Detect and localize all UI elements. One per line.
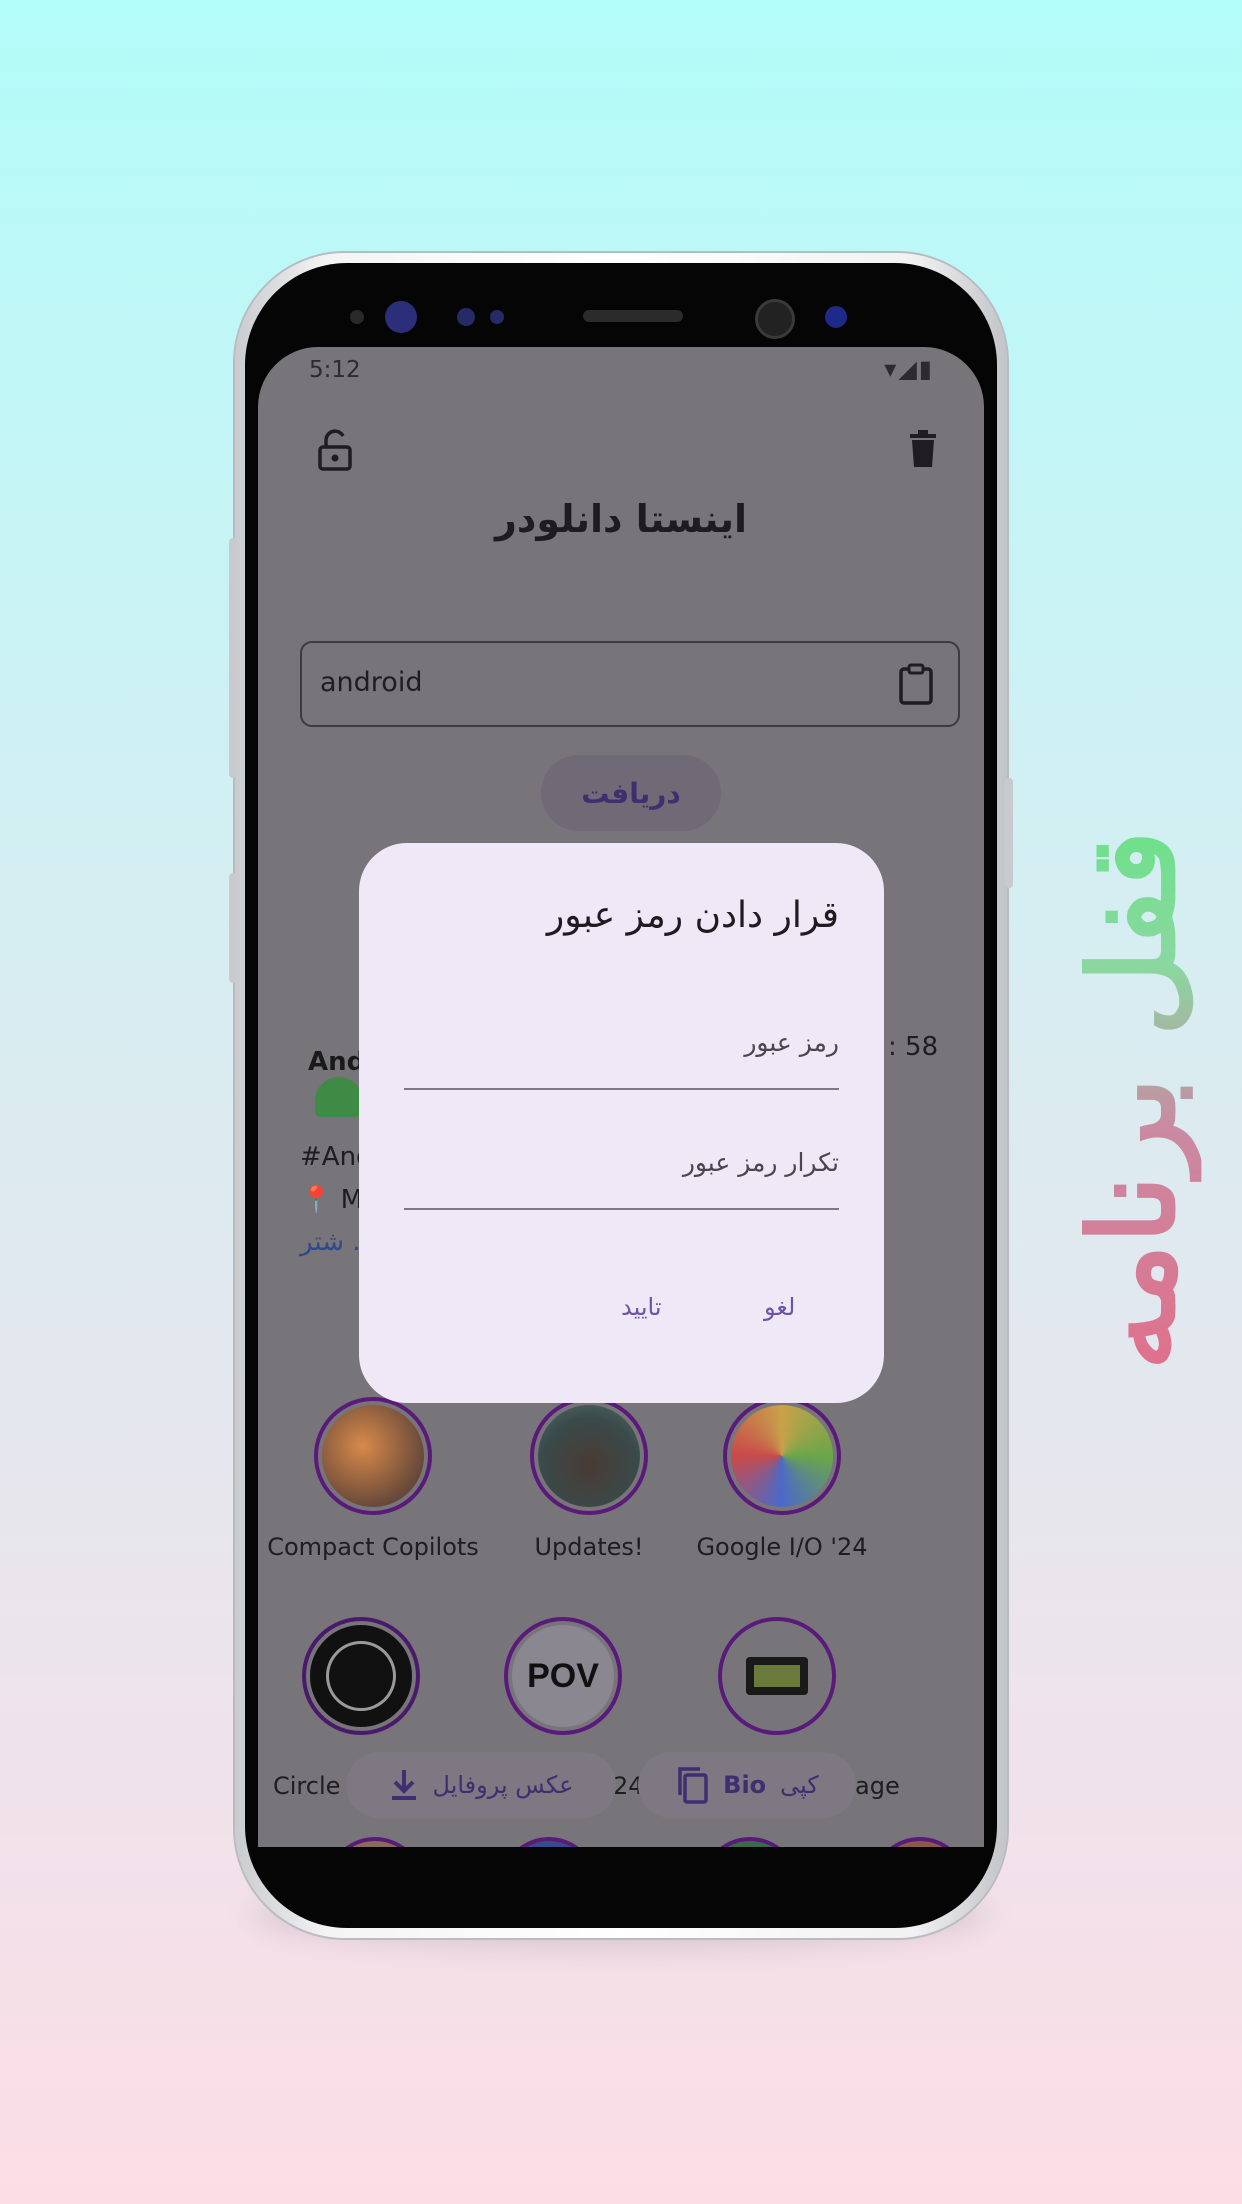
story-caption: Compact Copilots [267, 1533, 479, 1561]
story-caption: Google I/O '24 [696, 1533, 868, 1561]
story-ring [723, 1397, 841, 1515]
story-item [871, 1837, 969, 1847]
proximity-sensor [457, 308, 475, 326]
status-time: 5:12 [309, 357, 361, 383]
story-ring [530, 1397, 648, 1515]
earpiece-speaker [583, 310, 683, 322]
light-sensor [490, 310, 504, 324]
iris-sensor [385, 301, 417, 333]
story-caption: age [855, 1772, 900, 1800]
story-item[interactable]: Compact Copilots [263, 1397, 483, 1561]
unlock-icon[interactable] [317, 429, 353, 475]
confirm-button[interactable]: تایید [621, 1293, 662, 1321]
signal-icon: ◢ [898, 355, 919, 383]
bixby-button [229, 873, 237, 983]
set-password-dialog: قرار دادن رمز عبور رمز عبور تکرار رمز عب… [359, 843, 884, 1403]
story-item[interactable] [258, 1617, 471, 1735]
copy-icon [678, 1767, 708, 1804]
status-icons: ▾◢▮ [884, 355, 934, 383]
confirm-password-placeholder: تکرار رمز عبور [682, 1148, 839, 1177]
story-caption: Circle [273, 1772, 341, 1800]
pov-thumbnail: POV [512, 1625, 614, 1727]
search-value: android [320, 667, 423, 698]
app-title: اینستا دانلودر [495, 497, 747, 541]
iris-camera [825, 306, 847, 328]
story-ring [314, 1397, 432, 1515]
story-thumbnail [322, 1405, 424, 1507]
download-icon [391, 1770, 416, 1800]
story-thumbnail [538, 1405, 640, 1507]
story-thumbnail [731, 1405, 833, 1507]
status-bar: 5:12 ▾◢▮ [258, 347, 984, 407]
copy-bio-button[interactable]: Bio کپی [638, 1752, 856, 1818]
cancel-button[interactable]: لغو [764, 1293, 795, 1321]
password-placeholder: رمز عبور [744, 1028, 839, 1057]
story-item[interactable]: Google I/O '24 [672, 1397, 892, 1561]
device-icon [746, 1657, 808, 1695]
dialog-title: قرار دادن رمز عبور [546, 895, 839, 936]
clipboard-icon[interactable] [898, 663, 934, 709]
story-ring [718, 1617, 836, 1735]
download-profile-photo-button[interactable]: عکس پروفایل [346, 1752, 616, 1818]
story-thumbnail [726, 1625, 828, 1727]
story-item [701, 1837, 799, 1847]
search-input[interactable]: android [300, 641, 960, 727]
profile-stat-partial: : 58 [888, 1032, 939, 1062]
copy-bio-bio-label: Bio [723, 1771, 767, 1799]
story-thumbnail [310, 1625, 412, 1727]
volume-button [229, 538, 237, 778]
promo-text: قفل برنامه [1062, 830, 1202, 1370]
copy-bio-verb-label: کپی [780, 1771, 819, 1799]
wifi-icon: ▾ [884, 355, 899, 383]
story-ring: POV [504, 1617, 622, 1735]
story-item[interactable] [667, 1617, 887, 1735]
trash-icon[interactable] [908, 430, 938, 472]
story-ring [302, 1617, 420, 1735]
front-camera [755, 299, 795, 339]
fetch-button[interactable]: دریافت [541, 755, 721, 831]
power-button [1005, 778, 1013, 888]
story-item [326, 1837, 424, 1847]
password-field[interactable]: رمز عبور [404, 1028, 839, 1090]
story-item[interactable]: POV [453, 1617, 673, 1735]
android-logo-icon [315, 1077, 363, 1117]
confirm-password-field[interactable]: تکرار رمز عبور [404, 1148, 839, 1210]
battery-icon: ▮ [918, 355, 934, 383]
story-caption: Updates! [534, 1533, 644, 1561]
promo-caption: قفل برنامه [1042, 740, 1222, 1460]
sensor-dot [350, 310, 364, 324]
story-item [500, 1837, 598, 1847]
download-profile-photo-label: عکس پروفایل [432, 1771, 574, 1799]
story-item[interactable]: Updates! [479, 1397, 699, 1561]
